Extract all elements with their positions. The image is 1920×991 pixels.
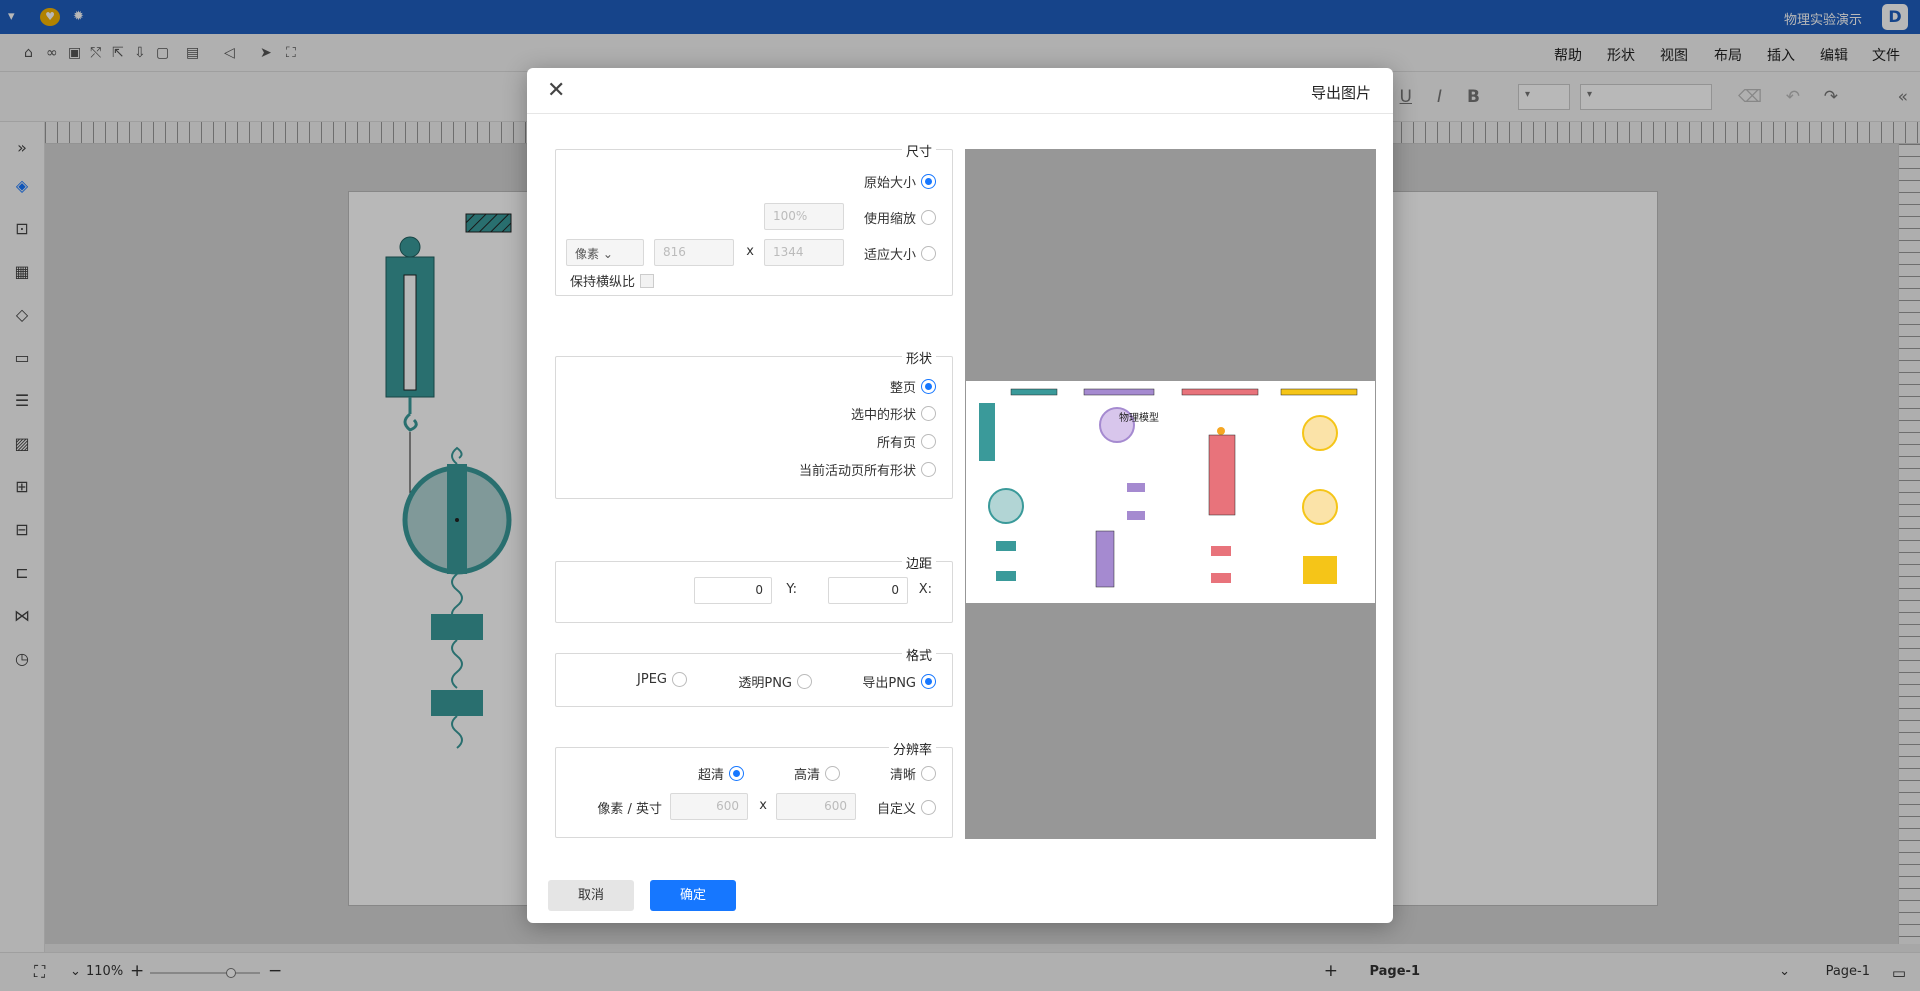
label-ultra: 超清 [697, 768, 724, 783]
preview-caption: 物理模型 [1119, 411, 1159, 424]
export-preview: 物理模型 [965, 149, 1376, 839]
preview-diagram: 物理模型 [979, 388, 1358, 588]
label-keep-ratio: 保持横纵比 [569, 275, 635, 290]
option-jpeg[interactable]: JPEG [637, 672, 687, 687]
margin-y-label: Y: [786, 582, 797, 597]
option-fit-size[interactable]: 适应大小 [864, 244, 936, 263]
preview-pulley-yellow-2 [1302, 489, 1338, 525]
radio-jpeg[interactable] [672, 672, 687, 687]
option-clear[interactable]: 清晰 [890, 764, 936, 783]
radio-all-pages[interactable] [921, 434, 936, 449]
radio-high[interactable] [825, 766, 840, 781]
radio-png[interactable] [921, 674, 936, 689]
height-input[interactable]: 816 [654, 239, 734, 266]
radio-custom[interactable] [921, 800, 936, 815]
radio-ultra[interactable] [729, 766, 744, 781]
option-use-scale[interactable]: 使用缩放 [864, 208, 936, 227]
label-clear: 清晰 [889, 768, 916, 783]
margin-legend: 边距 [901, 553, 936, 572]
preview-weight-yellow [1303, 556, 1337, 584]
preview-weight-teal-1 [996, 541, 1016, 551]
checkbox-keep-ratio[interactable] [640, 273, 654, 288]
radio-current-page-all[interactable] [921, 462, 936, 477]
label-whole-page: 整页 [889, 381, 916, 396]
preview-ring-pink [1217, 427, 1225, 435]
label-fit: 适应大小 [863, 248, 916, 263]
preview-scale-pink [1208, 434, 1236, 516]
preview-pulley-yellow-1 [1302, 415, 1338, 451]
preview-weight-pink-1 [1211, 546, 1231, 556]
label-high: 高清 [793, 768, 820, 783]
dpi-width-input[interactable]: 600 [776, 793, 856, 820]
preview-pulley-teal [988, 488, 1024, 524]
option-ultra[interactable]: 超清 [698, 764, 744, 783]
option-transparent-png[interactable]: 透明PNG [738, 672, 812, 691]
option-custom[interactable]: 自定义 [877, 798, 936, 817]
option-original-size[interactable]: 原始大小 [864, 172, 936, 191]
cancel-button[interactable]: 取消 [548, 880, 634, 911]
label-original: 原始大小 [863, 176, 916, 191]
option-current-page-all[interactable]: 当前活动页所有形状 [799, 460, 936, 479]
preview-scale-purple [1095, 530, 1115, 588]
dialog-header: 导出图片 ✕ [527, 68, 1393, 114]
label-transparent-png: 透明PNG [738, 676, 792, 691]
shape-section: 形状 整页 选中的形状 所有页 当前活动页所有形状 [555, 348, 953, 499]
preview-weight-purple-1 [1127, 483, 1145, 492]
margin-section: 边距 X: 0 Y: 0 [555, 553, 953, 623]
radio-scale[interactable] [921, 210, 936, 225]
export-image-dialog: 导出图片 ✕ 尺寸 原始大小 使用缩放 100% 适应大小 1344 x 816… [527, 68, 1393, 923]
label-current-page-all: 当前活动页所有形状 [798, 464, 916, 479]
resolution-section: 分辨率 清晰 高清 超清 自定义 600 x 600 像素 / 英寸 [555, 739, 953, 838]
shape-legend: 形状 [901, 348, 936, 367]
preview-beam-pink [1181, 388, 1259, 396]
radio-fit[interactable] [921, 246, 936, 261]
preview-beam-yellow [1280, 388, 1358, 396]
format-section: 格式 导出PNG 透明PNG JPEG [555, 645, 953, 707]
radio-original[interactable] [921, 174, 936, 189]
label-jpeg: JPEG [637, 672, 667, 687]
margin-x-input[interactable]: 0 [828, 577, 908, 604]
preview-weight-teal-2 [996, 571, 1016, 581]
times-sign: x [746, 244, 754, 259]
dpi-unit: 像素 / 英寸 [597, 802, 662, 817]
size-section: 尺寸 原始大小 使用缩放 100% 适应大小 1344 x 816 像素 ⌄ 保… [555, 141, 953, 296]
dialog-title: 导出图片 [1310, 84, 1371, 102]
option-all-pages[interactable]: 所有页 [877, 432, 936, 451]
radio-whole-page[interactable] [921, 379, 936, 394]
close-icon[interactable]: ✕ [547, 78, 565, 103]
resolution-legend: 分辨率 [888, 739, 936, 758]
label-custom: 自定义 [876, 802, 916, 817]
margin-y-input[interactable]: 0 [694, 577, 772, 604]
width-input[interactable]: 1344 [764, 239, 844, 266]
option-whole-page[interactable]: 整页 [890, 377, 936, 396]
preview-scale-teal [979, 403, 995, 461]
dpi-height-input[interactable]: 600 [670, 793, 748, 820]
scale-input[interactable]: 100% [764, 203, 844, 230]
unit-value: 像素 [575, 247, 600, 261]
preview-thumbnail: 物理模型 [966, 381, 1375, 603]
radio-transparent-png[interactable] [797, 674, 812, 689]
radio-selected[interactable] [921, 406, 936, 421]
margin-x-label: X: [918, 582, 932, 597]
preview-beam-teal [1010, 388, 1058, 396]
option-keep-ratio[interactable]: 保持横纵比 [570, 271, 654, 290]
label-all-pages: 所有页 [876, 436, 916, 451]
preview-weight-purple-2 [1127, 511, 1145, 520]
label-png: 导出PNG [862, 676, 916, 691]
preview-weight-pink-2 [1211, 573, 1231, 583]
dpi-times-sign: x [759, 798, 767, 813]
option-png[interactable]: 导出PNG [862, 672, 936, 691]
radio-clear[interactable] [921, 766, 936, 781]
label-scale: 使用缩放 [863, 212, 916, 227]
unit-select[interactable]: 像素 ⌄ [566, 239, 644, 266]
option-high[interactable]: 高清 [794, 764, 840, 783]
ok-button[interactable]: 确定 [650, 880, 736, 911]
option-selected-shapes[interactable]: 选中的形状 [851, 404, 936, 423]
preview-beam-purple [1083, 388, 1155, 396]
label-selected: 选中的形状 [850, 408, 916, 423]
size-legend: 尺寸 [901, 141, 936, 160]
format-legend: 格式 [901, 645, 936, 664]
